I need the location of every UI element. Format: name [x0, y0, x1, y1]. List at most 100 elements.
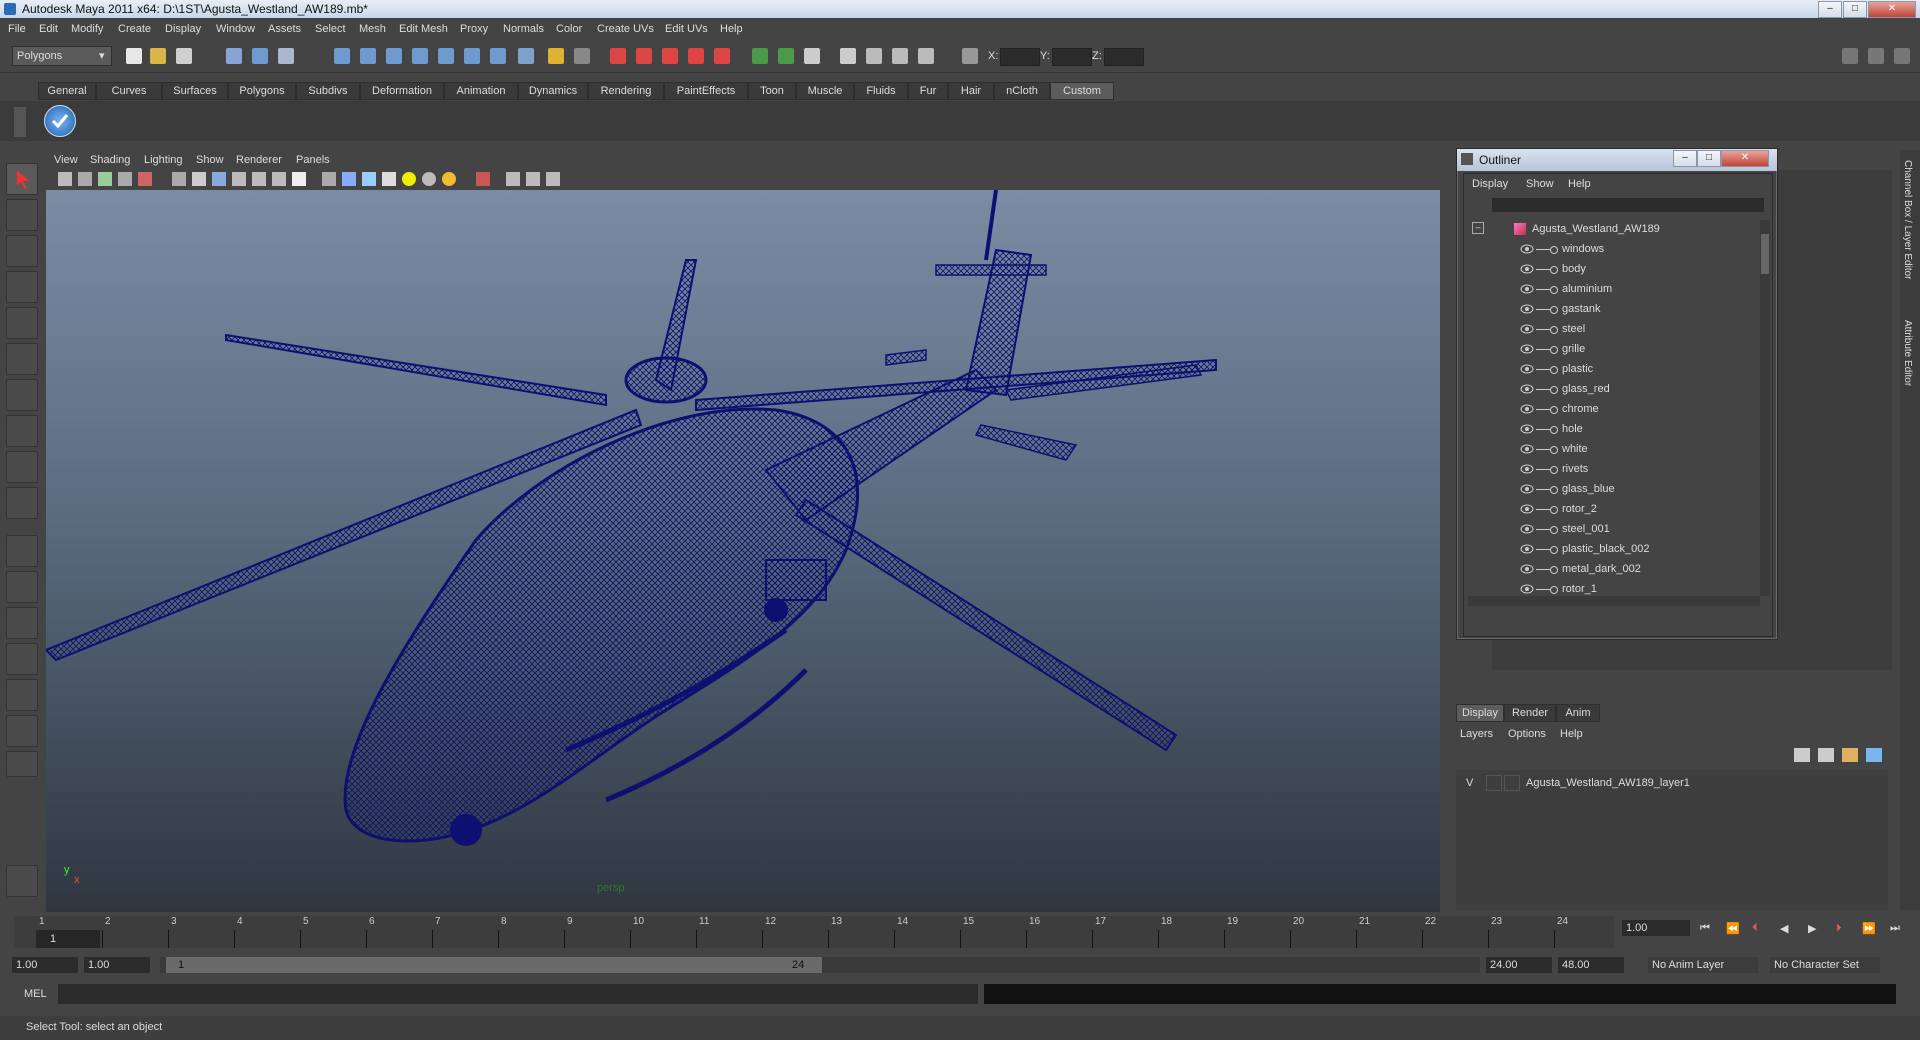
layer-down-icon[interactable] [1866, 748, 1882, 762]
layer-row[interactable]: V Agusta_Westland_AW189_layer1 [1456, 774, 1888, 792]
soft-modification-icon[interactable] [6, 415, 38, 447]
snap-live-icon[interactable] [438, 48, 454, 64]
paint-select-tool-icon[interactable] [6, 235, 38, 267]
move-tool-icon[interactable] [6, 271, 38, 303]
toggle-panels-icon[interactable] [1868, 48, 1884, 64]
open-scene-icon[interactable] [150, 48, 166, 64]
outliner-item[interactable]: chrome [1468, 400, 1758, 420]
layer-up-icon[interactable] [1842, 748, 1858, 762]
shelf-tab-custom[interactable]: Custom [1050, 82, 1114, 100]
help-icon[interactable] [518, 48, 534, 64]
outliner-item[interactable]: gastank [1468, 300, 1758, 320]
outliner-item[interactable]: rivets [1468, 460, 1758, 480]
film-gate-icon[interactable] [138, 172, 152, 186]
snap-grid-icon[interactable] [334, 48, 350, 64]
command-input[interactable] [58, 984, 978, 1004]
shelf-tab-painteffects[interactable]: PaintEffects [664, 82, 748, 100]
step-forward-frame-icon[interactable]: ⏩ [1862, 922, 1876, 935]
render-settings-icon[interactable] [662, 48, 678, 64]
four-pane-layout-icon[interactable] [6, 571, 38, 603]
menu-file[interactable]: File [8, 23, 26, 35]
menu-select[interactable]: Select [315, 23, 346, 35]
vp-menu-lighting[interactable]: Lighting [144, 154, 183, 166]
close-button[interactable]: ✕ [1868, 1, 1916, 18]
outliner-maximize-button[interactable]: □ [1697, 150, 1721, 167]
select-object-icon[interactable] [252, 48, 268, 64]
layer-name[interactable]: Agusta_Westland_AW189_layer1 [1526, 777, 1690, 789]
anim-layer-dropdown[interactable]: No Anim Layer [1648, 957, 1758, 973]
shelf-tab-muscle[interactable]: Muscle [796, 82, 854, 100]
vp-menu-view[interactable]: View [54, 154, 78, 166]
camera-icon[interactable] [506, 172, 520, 186]
layer-color-swatch[interactable] [1504, 775, 1520, 791]
menu-create[interactable]: Create [118, 23, 151, 35]
maximize-button[interactable]: □ [1843, 1, 1867, 18]
show-manipulator-icon[interactable] [6, 451, 38, 483]
current-frame-marker[interactable]: 1 [36, 930, 100, 948]
image-plane-icon[interactable] [118, 172, 132, 186]
selection-mask-icon[interactable] [574, 48, 590, 64]
shelf-tab-rendering[interactable]: Rendering [588, 82, 664, 100]
hypershade-icon[interactable] [688, 48, 704, 64]
shelf-tab-polygons[interactable]: Polygons [228, 82, 296, 100]
shelf-tab-deformation[interactable]: Deformation [360, 82, 444, 100]
menu-edit[interactable]: Edit [39, 23, 58, 35]
transform-input-icon[interactable] [962, 48, 978, 64]
checkmark-icon[interactable] [44, 105, 76, 137]
outliner-menu-show[interactable]: Show [1526, 178, 1554, 190]
shelf-tab-general[interactable]: General [38, 82, 96, 100]
history-icon[interactable] [464, 48, 480, 64]
shaded-cube-icon[interactable] [342, 172, 356, 186]
xray-icon[interactable] [272, 172, 286, 186]
show-layer-editor-icon[interactable] [918, 48, 934, 64]
connections-icon[interactable] [546, 172, 560, 186]
new-scene-icon[interactable] [126, 48, 142, 64]
camera-attributes-icon[interactable] [78, 172, 92, 186]
outliner-close-button[interactable]: ✕ [1721, 150, 1769, 167]
select-tool-icon[interactable] [6, 163, 38, 195]
channel-box-toggle-icon[interactable] [1894, 48, 1910, 64]
mode-select-dropdown[interactable]: Polygons ▾ [12, 46, 112, 66]
snap-point-icon[interactable] [386, 48, 402, 64]
menu-normals[interactable]: Normals [503, 23, 544, 35]
last-tool-icon[interactable] [6, 487, 38, 519]
vp-menu-renderer[interactable]: Renderer [236, 154, 282, 166]
hypershade-persp-layout-icon[interactable] [6, 679, 38, 711]
playback-start-field[interactable]: 1.00 [84, 957, 150, 973]
outliner-root-item[interactable]: – Agusta_Westland_AW189 [1468, 220, 1758, 240]
menu-window[interactable]: Window [216, 23, 255, 35]
x-field[interactable] [1000, 48, 1040, 66]
step-back-key-icon[interactable]: ⏴ [1752, 922, 1758, 935]
outliner-horizontal-scrollbar[interactable] [1468, 596, 1760, 606]
lasso-tool-icon[interactable] [6, 199, 38, 231]
render-frame-icon[interactable] [610, 48, 626, 64]
outliner-minimize-button[interactable]: – [1673, 150, 1697, 167]
layer-type-toggle[interactable] [1486, 775, 1502, 791]
single-pane-layout-icon[interactable] [6, 535, 38, 567]
outliner-item[interactable]: plastic [1468, 360, 1758, 380]
time-slider[interactable]: 1 2 3 4 5 6 7 8 9 10 11 12 13 14 15 16 17 18 19 20 21 22 23 24 … [0, 916, 1920, 950]
command-language-label[interactable]: MEL [24, 988, 47, 1000]
range-slider-handle[interactable]: 1 24 [166, 957, 822, 973]
outliner-item[interactable]: rotor_2 [1468, 500, 1758, 520]
snap-curve-icon[interactable] [360, 48, 376, 64]
current-time-field[interactable]: 1.00 [1622, 920, 1690, 936]
viewport-scene[interactable]: y x persp [46, 190, 1440, 912]
end-time-field[interactable]: 48.00 [1558, 957, 1624, 973]
resolution-gate-icon[interactable] [192, 172, 206, 186]
start-time-field[interactable]: 1.00 [12, 957, 78, 973]
perspective-viewport[interactable]: View Shading Lighting Show Renderer Pane… [46, 150, 1440, 912]
clipboard-icon[interactable] [804, 48, 820, 64]
layer-tab-anim[interactable]: Anim [1556, 704, 1600, 722]
vp-menu-show[interactable]: Show [196, 154, 224, 166]
checker-texture-icon[interactable] [382, 172, 396, 186]
channel-box-tab[interactable]: Channel Box / Layer Editor [1902, 160, 1913, 280]
outliner-item[interactable]: plastic_black_002 [1468, 540, 1758, 560]
minimize-button[interactable]: – [1818, 1, 1842, 18]
shelf-tab-toon[interactable]: Toon [748, 82, 796, 100]
ipr-render-icon[interactable] [636, 48, 652, 64]
outliner-menu-help[interactable]: Help [1568, 178, 1591, 190]
default-light-icon[interactable] [402, 172, 416, 186]
vp-menu-panels[interactable]: Panels [296, 154, 330, 166]
isolate-select-icon[interactable] [292, 172, 306, 186]
